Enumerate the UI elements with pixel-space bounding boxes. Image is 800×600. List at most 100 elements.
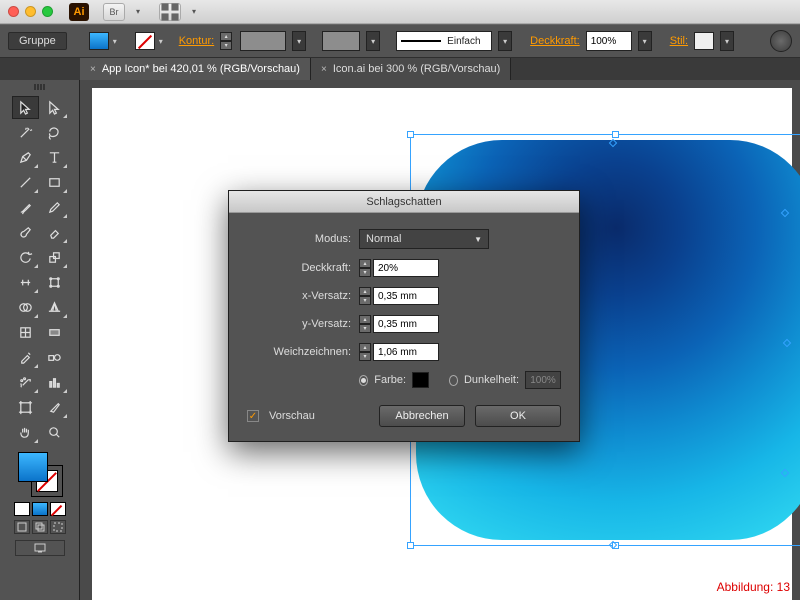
color-radio[interactable] [359,375,368,386]
lasso-tool[interactable] [41,121,68,144]
chevron-down-icon[interactable]: ▾ [110,33,120,49]
dialog-title[interactable]: Schlagschatten [229,191,579,213]
kontur-label[interactable]: Kontur: [179,35,214,47]
variable-width-profile[interactable] [322,31,360,51]
arrange-documents-button[interactable] [159,3,181,21]
stil-label[interactable]: Stil: [670,35,688,47]
pencil-tool[interactable] [41,196,68,219]
shadow-color-swatch[interactable] [412,372,429,388]
direct-selection-tool[interactable] [41,96,68,119]
type-tool[interactable] [41,146,68,169]
gradient-tool[interactable] [41,321,68,344]
modus-label: Modus: [247,233,351,245]
y-offset-input[interactable] [373,315,439,333]
resize-handle[interactable] [612,131,619,138]
column-graph-tool[interactable] [41,371,68,394]
brush-dropdown[interactable]: ▾ [498,31,512,51]
blur-stepper[interactable]: ▴▾ [359,343,371,361]
close-window-icon[interactable] [8,6,19,17]
x-offset-stepper[interactable]: ▴▾ [359,287,371,305]
opacity-field[interactable]: 100% [586,31,632,51]
scale-tool[interactable] [41,246,68,269]
blend-mode-dropdown[interactable]: Normal ▼ [359,229,489,249]
chevron-down-icon[interactable]: ▾ [156,33,166,49]
blur-label: Weichzeichnen: [247,346,351,358]
rectangle-tool[interactable] [41,171,68,194]
pen-tool[interactable] [12,146,39,169]
stroke-weight-field[interactable] [240,31,286,51]
rotate-tool[interactable] [12,246,39,269]
minimize-window-icon[interactable] [25,6,36,17]
draw-normal-icon[interactable] [14,520,30,534]
document-tab[interactable]: × App Icon* bei 420,01 % (RGB/Vorschau) [80,58,311,80]
control-bar: Gruppe ▾ ▾ Kontur: ▴▾ ▾ ▾ Einfach ▾ Deck… [0,24,800,58]
ok-button[interactable]: OK [475,405,561,427]
stroke-preview-icon [401,40,441,42]
fill-color-swatch[interactable]: ▾ [89,32,109,50]
selection-tool[interactable] [12,96,39,119]
y-offset-label: y-Versatz: [247,318,351,330]
x-offset-input[interactable] [373,287,439,305]
bridge-button[interactable]: Br [103,3,125,21]
width-tool[interactable] [12,271,39,294]
blend-tool[interactable] [41,346,68,369]
opacity-stepper[interactable]: ▴▾ [359,259,371,277]
variable-width-dropdown[interactable]: ▾ [366,31,380,51]
preview-checkbox[interactable]: ✓ [247,410,259,422]
panel-grip-icon[interactable] [10,84,70,92]
eraser-tool[interactable] [41,221,68,244]
line-segment-tool[interactable] [12,171,39,194]
color-mode-none[interactable] [50,502,66,516]
cancel-button[interactable]: Abbrechen [379,405,465,427]
chevron-down-icon: ▼ [474,235,482,244]
blur-input[interactable] [373,343,439,361]
fill-swatch-icon[interactable] [18,452,48,482]
document-tab-label: Icon.ai bei 300 % (RGB/Vorschau) [333,63,501,75]
slice-tool[interactable] [41,396,68,419]
stroke-weight-dropdown[interactable]: ▾ [292,31,306,51]
draw-behind-icon[interactable] [32,520,48,534]
color-mode-solid[interactable] [14,502,30,516]
magic-wand-tool[interactable] [12,121,39,144]
hand-tool[interactable] [12,421,39,444]
arrange-dropdown-icon[interactable]: ▾ [187,7,201,16]
close-tab-icon[interactable]: × [90,64,96,75]
close-tab-icon[interactable]: × [321,64,327,75]
bridge-dropdown-icon[interactable]: ▾ [131,7,145,16]
opacity-input[interactable] [373,259,439,277]
document-tab[interactable]: × Icon.ai bei 300 % (RGB/Vorschau) [311,58,511,80]
app-logo-icon: Ai [69,3,89,21]
canvas-area[interactable]: Schlagschatten Modus: Normal ▼ Deckkraft… [80,80,800,600]
zoom-window-icon[interactable] [42,6,53,17]
shape-builder-tool[interactable] [12,296,39,319]
deckkraft-label[interactable]: Deckkraft: [530,35,580,47]
opacity-dropdown[interactable]: ▾ [638,31,652,51]
recolor-artwork-button[interactable] [770,30,792,52]
screen-mode-button[interactable] [15,540,65,556]
color-mode-gradient[interactable] [32,502,48,516]
artboard-tool[interactable] [12,396,39,419]
graphic-style-swatch[interactable] [694,32,714,50]
eyedropper-tool[interactable] [12,346,39,369]
resize-handle[interactable] [407,131,414,138]
darkness-field: 100% [525,371,561,389]
symbol-sprayer-tool[interactable] [12,371,39,394]
y-offset-stepper[interactable]: ▴▾ [359,315,371,333]
blob-brush-tool[interactable] [12,221,39,244]
perspective-grid-tool[interactable] [41,296,68,319]
drawing-mode-row [14,520,66,534]
opacity-label: Deckkraft: [247,262,351,274]
draw-inside-icon[interactable] [50,520,66,534]
darkness-radio[interactable] [449,375,458,386]
zoom-tool[interactable] [41,421,68,444]
stroke-weight-stepper[interactable]: ▴▾ [220,32,232,50]
stroke-color-swatch[interactable]: ▾ [135,32,155,50]
free-transform-tool[interactable] [41,271,68,294]
mesh-tool[interactable] [12,321,39,344]
brush-definition-box[interactable]: Einfach [396,31,492,51]
resize-handle[interactable] [407,542,414,549]
document-tabstrip: × App Icon* bei 420,01 % (RGB/Vorschau) … [0,58,800,80]
fill-stroke-control[interactable] [18,452,62,496]
style-dropdown[interactable]: ▾ [720,31,734,51]
paintbrush-tool[interactable] [12,196,39,219]
